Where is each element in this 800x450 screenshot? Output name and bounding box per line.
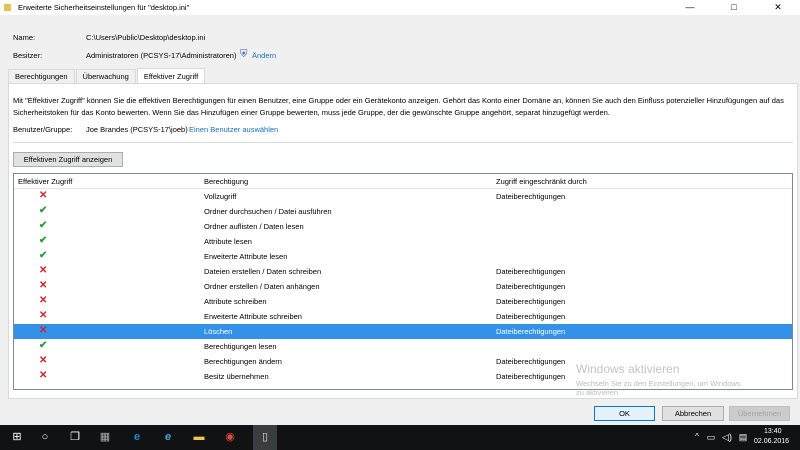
effective-access-table: Effektiver Zugriff Berechtigung Zugriff … bbox=[13, 173, 793, 390]
watermark-title: Windows aktivieren bbox=[576, 362, 680, 376]
task-view-icon[interactable]: ❐ bbox=[68, 430, 82, 444]
restricted-by-cell: Dateiberechtigungen bbox=[496, 327, 566, 336]
table-row[interactable]: ✔ Ordner auflisten / Daten lesen bbox=[14, 219, 792, 234]
table-header: Effektiver Zugriff Berechtigung Zugriff … bbox=[14, 174, 792, 189]
edge-icon[interactable]: e bbox=[130, 430, 144, 444]
denied-x-icon: ✕ bbox=[39, 310, 48, 321]
permission-cell: Ordner auflisten / Daten lesen bbox=[204, 222, 304, 231]
tab-permissions[interactable]: Berechtigungen bbox=[8, 69, 75, 83]
separator bbox=[13, 142, 793, 143]
file-explorer-icon[interactable]: ▬ bbox=[192, 430, 206, 444]
restricted-by-cell: Dateiberechtigungen bbox=[496, 282, 566, 291]
select-user-link[interactable]: Einen Benutzer auswählen bbox=[189, 125, 278, 134]
allowed-check-icon: ✔ bbox=[39, 235, 48, 246]
permission-cell: Ordner erstellen / Daten anhängen bbox=[204, 282, 320, 291]
description-line-2: Sicherheitstoken für das Konto bewerten.… bbox=[13, 108, 610, 117]
denied-x-icon: ✕ bbox=[39, 265, 48, 276]
permission-cell: Erweiterte Attribute lesen bbox=[204, 252, 288, 261]
tab-effective-access[interactable]: Effektiver Zugriff bbox=[136, 68, 206, 83]
column-header-permission[interactable]: Berechtigung bbox=[204, 177, 248, 186]
denied-x-icon: ✕ bbox=[39, 355, 48, 366]
title-bar: Erweiterte Sicherheitseinstellungen für … bbox=[0, 0, 800, 15]
internet-explorer-icon[interactable]: e bbox=[161, 430, 175, 444]
denied-x-icon: ✕ bbox=[39, 280, 48, 291]
activation-watermark: Windows aktivieren Wechseln Sie zu den E… bbox=[576, 362, 741, 397]
action-center-icon[interactable]: ▤ bbox=[736, 430, 750, 444]
column-header-access[interactable]: Effektiver Zugriff bbox=[18, 177, 72, 186]
denied-x-icon: ✕ bbox=[39, 370, 48, 381]
windows-start-icon[interactable]: ⊞ bbox=[10, 430, 24, 444]
permission-cell: Erweiterte Attribute schreiben bbox=[204, 312, 302, 321]
denied-x-icon: ✕ bbox=[39, 325, 48, 336]
clock-time[interactable]: 13:40 bbox=[764, 428, 782, 435]
tab-bar: Berechtigungen Überwachung Effektiver Zu… bbox=[8, 68, 206, 83]
permission-cell: Besitz übernehmen bbox=[204, 372, 269, 381]
allowed-check-icon: ✔ bbox=[39, 250, 48, 261]
permission-cell: Löschen bbox=[204, 327, 233, 336]
show-effective-access-button[interactable]: Effektiven Zugriff anzeigen bbox=[13, 152, 123, 167]
clock-date[interactable]: 02.06.2016 bbox=[754, 438, 789, 445]
permission-cell: Dateien erstellen / Daten schreiben bbox=[204, 267, 322, 276]
restricted-by-cell: Dateiberechtigungen bbox=[496, 297, 566, 306]
table-row[interactable]: ✕ Dateien erstellen / Daten schreiben Da… bbox=[14, 264, 792, 279]
chevron-up-icon[interactable]: ^ bbox=[690, 430, 704, 444]
owner-value: Administratoren (PCSYS-17\Administratore… bbox=[86, 51, 237, 60]
permission-cell: Ordner durchsuchen / Datei ausführen bbox=[204, 207, 332, 216]
tab-auditing[interactable]: Überwachung bbox=[75, 69, 136, 83]
volume-icon[interactable]: ◁) bbox=[720, 430, 734, 444]
name-value: C:\Users\Public\Desktop\desktop.ini bbox=[86, 33, 206, 42]
table-row[interactable]: ✔ Erweiterte Attribute lesen bbox=[14, 249, 792, 264]
network-icon[interactable]: ▭ bbox=[704, 430, 718, 444]
user-group-label: Benutzer/Gruppe: bbox=[13, 125, 73, 134]
table-row[interactable]: ✕ Erweiterte Attribute schreiben Dateibe… bbox=[14, 309, 792, 324]
user-group-value: Joe Brandes (PCSYS-17\joeb) bbox=[86, 125, 188, 134]
table-row[interactable]: ✔ Berechtigungen lesen bbox=[14, 339, 792, 354]
restricted-by-cell: Dateiberechtigungen bbox=[496, 192, 566, 201]
table-row[interactable]: ✔ Attribute lesen bbox=[14, 234, 792, 249]
watermark-line-2: zu aktivieren. bbox=[576, 388, 621, 397]
restricted-by-cell: Dateiberechtigungen bbox=[496, 357, 566, 366]
chrome-icon[interactable]: ◉ bbox=[223, 430, 237, 444]
permission-cell: Berechtigungen ändern bbox=[204, 357, 282, 366]
description-line-1: Mit "Effektiver Zugriff" können Sie die … bbox=[13, 96, 784, 105]
close-button[interactable]: ✕ bbox=[756, 0, 800, 15]
permission-cell: Attribute schreiben bbox=[204, 297, 267, 306]
permission-cell: Attribute lesen bbox=[204, 237, 252, 246]
security-dialog-task-icon[interactable]: ▯ bbox=[253, 425, 277, 450]
column-header-restricted[interactable]: Zugriff eingeschränkt durch bbox=[496, 177, 587, 186]
window-title: Erweiterte Sicherheitseinstellungen für … bbox=[18, 3, 190, 12]
table-row[interactable]: ✕ Ordner erstellen / Daten anhängen Date… bbox=[14, 279, 792, 294]
uac-shield-icon: ⛨ bbox=[240, 49, 248, 60]
cancel-button[interactable]: Abbrechen bbox=[662, 406, 724, 421]
table-row[interactable]: ✕ Löschen Dateiberechtigungen bbox=[14, 324, 792, 339]
folder-icon bbox=[4, 4, 11, 11]
table-row[interactable]: ✔ Ordner durchsuchen / Datei ausführen bbox=[14, 204, 792, 219]
allowed-check-icon: ✔ bbox=[39, 340, 48, 351]
minimize-button[interactable]: — bbox=[668, 0, 712, 15]
permission-cell: Berechtigungen lesen bbox=[204, 342, 277, 351]
name-label: Name: bbox=[13, 33, 36, 42]
watermark-line-1: Wechseln Sie zu den Einstellungen, um Wi… bbox=[576, 379, 741, 388]
ok-button[interactable]: OK bbox=[594, 406, 655, 421]
allowed-check-icon: ✔ bbox=[39, 220, 48, 231]
permission-cell: Vollzugriff bbox=[204, 192, 237, 201]
restricted-by-cell: Dateiberechtigungen bbox=[496, 267, 566, 276]
table-row[interactable]: ✕ Attribute schreiben Dateiberechtigunge… bbox=[14, 294, 792, 309]
allowed-check-icon: ✔ bbox=[39, 205, 48, 216]
apply-button[interactable]: Übernehmen bbox=[729, 406, 790, 421]
denied-x-icon: ✕ bbox=[39, 190, 48, 201]
owner-label: Besitzer: bbox=[13, 51, 43, 60]
restricted-by-cell: Dateiberechtigungen bbox=[496, 372, 566, 381]
maximize-button[interactable]: □ bbox=[712, 0, 756, 15]
denied-x-icon: ✕ bbox=[39, 295, 48, 306]
change-owner-link[interactable]: Ändern bbox=[252, 51, 276, 60]
search-circle-icon[interactable]: ○ bbox=[38, 430, 52, 444]
table-row[interactable]: ✕ Vollzugriff Dateiberechtigungen bbox=[14, 189, 792, 204]
store-icon[interactable]: ▦ bbox=[98, 430, 112, 444]
restricted-by-cell: Dateiberechtigungen bbox=[496, 312, 566, 321]
taskbar: ⊞ ○ ❐ ▦ e e ▬ ◉ ▯ ^ ▭ ◁) ▤ 13:40 02.06.2… bbox=[0, 425, 800, 450]
